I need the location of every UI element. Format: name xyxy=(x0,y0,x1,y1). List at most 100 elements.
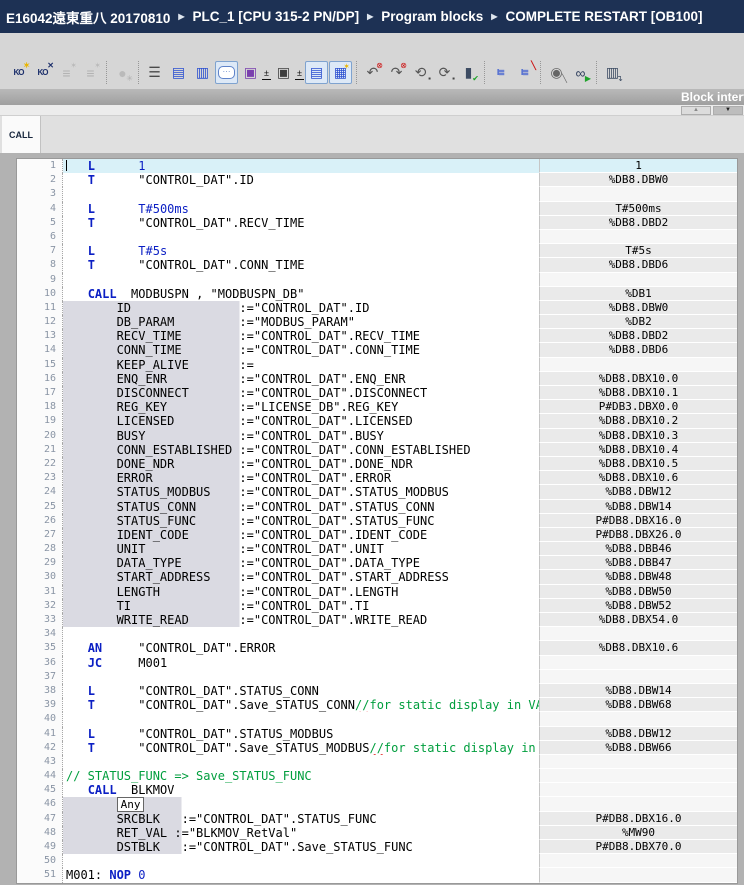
absolute-operands-toggle-icon[interactable]: ▤ xyxy=(305,61,328,84)
code-text[interactable]: ID :="CONTROL_DAT".ID xyxy=(63,301,539,315)
collapse-down-button[interactable]: ▼ xyxy=(713,106,743,115)
code-text[interactable]: DSTBLK :="CONTROL_DAT".Save_STATUS_FUNC xyxy=(63,840,539,854)
code-text[interactable]: RET_VAL :="BLKMOV_RetVal" xyxy=(63,826,539,840)
pane-splitter[interactable]: ▲ ▼ xyxy=(0,105,744,116)
insert-network-icon[interactable]: KO✶ xyxy=(7,61,30,84)
code-text[interactable]: JC M001 xyxy=(63,656,539,670)
block-interface-header[interactable]: Block interf xyxy=(0,89,744,105)
code-text[interactable]: L T#5s xyxy=(63,244,539,258)
code-text[interactable] xyxy=(63,670,539,684)
code-line: 23 ERROR :="CONTROL_DAT".ERROR%DB8.DBX10… xyxy=(17,471,737,485)
code-text[interactable]: T "CONTROL_DAT".Save_STATUS_MODBUS//for … xyxy=(63,741,539,755)
collapse-up-button[interactable]: ▲ xyxy=(681,106,711,115)
find-replace-icon[interactable]: ◉╲ xyxy=(545,61,568,84)
code-text[interactable]: DB_PARAM :="MODBUS_PARAM" xyxy=(63,315,539,329)
favorites-display-toggle-icon[interactable]: ▦✶ xyxy=(329,61,352,84)
network-overview-icon[interactable]: ☰ xyxy=(143,61,166,84)
breadcrumb-item[interactable]: COMPLETE RESTART [OB100] xyxy=(505,9,702,24)
code-line: 35 AN "CONTROL_DAT".ERROR%DB8.DBX10.6 xyxy=(17,641,737,655)
editor-area: 1 L 112 T "CONTROL_DAT".ID%DB8.DBW034 L … xyxy=(0,153,744,885)
code-text[interactable]: ERROR :="CONTROL_DAT".ERROR xyxy=(63,471,539,485)
code-text[interactable] xyxy=(63,230,539,244)
insert-favorite-icon[interactable]: ▣ xyxy=(239,61,262,84)
line-number: 10 xyxy=(17,287,63,301)
previous-error-icon[interactable]: ↶⊗ xyxy=(361,61,384,84)
any-type-field[interactable]: Any xyxy=(117,797,145,811)
code-text[interactable]: L T#500ms xyxy=(63,202,539,216)
breadcrumb-arrow-icon: ▶ xyxy=(491,12,497,21)
code-text[interactable]: LENGTH :="CONTROL_DAT".LENGTH xyxy=(63,585,539,599)
code-text[interactable]: ENQ_ENR :="CONTROL_DAT".ENQ_ENR xyxy=(63,372,539,386)
monitoring-toggle-icon[interactable]: ∞▶ xyxy=(569,61,592,84)
update-block-call-icon[interactable]: ⟲▪ xyxy=(409,61,432,84)
code-text[interactable]: DATA_TYPE :="CONTROL_DAT".DATA_TYPE xyxy=(63,556,539,570)
code-text[interactable] xyxy=(63,273,539,287)
code-text[interactable]: M001: NOP 0 xyxy=(63,868,539,882)
absolute-address: P#DB3.DBX0.0 xyxy=(539,400,737,414)
code-line: 31 LENGTH :="CONTROL_DAT".LENGTH%DB8.DBW… xyxy=(17,585,737,599)
absolute-address: %DB8.DBX10.6 xyxy=(539,471,737,485)
code-text[interactable]: CALL BLKMOV xyxy=(63,783,539,797)
code-text[interactable]: CALL MODBUSPN , "MODBUSPN_DB" xyxy=(63,287,539,301)
tab-call[interactable]: CALL xyxy=(2,116,41,153)
line-number: 26 xyxy=(17,514,63,528)
absolute-address: %DB8.DBD2 xyxy=(539,329,737,343)
insert-favorite-icon-dropdown[interactable]: ± xyxy=(262,66,271,80)
symbolic-addresses-icon[interactable]: I≣╲ xyxy=(513,61,536,84)
code-text[interactable]: TI :="CONTROL_DAT".TI xyxy=(63,599,539,613)
delete-network-icon[interactable]: KO✕ xyxy=(31,61,54,84)
close-all-networks-icon[interactable]: ▤ xyxy=(167,61,190,84)
code-text[interactable] xyxy=(63,627,539,641)
line-number: 8 xyxy=(17,258,63,272)
code-text[interactable]: T "CONTROL_DAT".RECV_TIME xyxy=(63,216,539,230)
code-text[interactable]: START_ADDRESS :="CONTROL_DAT".START_ADDR… xyxy=(63,570,539,584)
line-number: 7 xyxy=(17,244,63,258)
code-text[interactable] xyxy=(63,755,539,769)
line-number: 43 xyxy=(17,755,63,769)
line-number: 41 xyxy=(17,727,63,741)
code-text[interactable]: KEEP_ALIVE := xyxy=(63,358,539,372)
code-text[interactable]: DISCONNECT :="CONTROL_DAT".DISCONNECT xyxy=(63,386,539,400)
code-text[interactable]: AN "CONTROL_DAT".ERROR xyxy=(63,641,539,655)
code-text[interactable] xyxy=(63,712,539,726)
code-text[interactable] xyxy=(63,187,539,201)
absolute-addresses-icon[interactable]: I≣ xyxy=(489,61,512,84)
code-text[interactable]: T "CONTROL_DAT".Save_STATUS_CONN//for st… xyxy=(63,698,539,712)
code-text[interactable]: STATUS_CONN :="CONTROL_DAT".STATUS_CONN xyxy=(63,500,539,514)
edit-favorites-icon[interactable]: ▣ xyxy=(272,61,295,84)
code-text[interactable]: T "CONTROL_DAT".CONN_TIME xyxy=(63,258,539,272)
absolute-address: %DB8.DBX10.0 xyxy=(539,372,737,386)
synchronize-icon[interactable]: ⟳▪ xyxy=(433,61,456,84)
next-error-icon[interactable]: ↷⊗ xyxy=(385,61,408,84)
code-text[interactable]: T "CONTROL_DAT".ID xyxy=(63,173,539,187)
code-text[interactable] xyxy=(63,854,539,868)
code-text[interactable]: DONE_NDR :="CONTROL_DAT".DONE_NDR xyxy=(63,457,539,471)
toggle-comments-icon[interactable]: ··· xyxy=(215,61,238,84)
code-text[interactable]: L 1 xyxy=(63,159,539,173)
breadcrumb-item[interactable]: Program blocks xyxy=(381,9,483,24)
code-text[interactable]: RECV_TIME :="CONTROL_DAT".RECV_TIME xyxy=(63,329,539,343)
code-text[interactable]: // STATUS_FUNC => Save_STATUS_FUNC xyxy=(63,769,539,783)
block-interface-icon[interactable]: ▥↴ xyxy=(601,61,624,84)
code-text[interactable]: WRITE_READ :="CONTROL_DAT".WRITE_READ xyxy=(63,613,539,627)
code-text[interactable]: IDENT_CODE :="CONTROL_DAT".IDENT_CODE xyxy=(63,528,539,542)
code-text[interactable]: CONN_ESTABLISHED :="CONTROL_DAT".CONN_ES… xyxy=(63,443,539,457)
breadcrumb-item[interactable]: E16042遠東重八 20170810 xyxy=(6,7,170,27)
code-text[interactable]: SRCBLK :="CONTROL_DAT".STATUS_FUNC xyxy=(63,812,539,826)
code-text[interactable]: Any xyxy=(63,797,539,811)
code-text[interactable]: BUSY :="CONTROL_DAT".BUSY xyxy=(63,429,539,443)
code-text[interactable]: CONN_TIME :="CONTROL_DAT".CONN_TIME xyxy=(63,343,539,357)
breadcrumb-item[interactable]: PLC_1 [CPU 315-2 PN/DP] xyxy=(193,9,360,24)
code-text[interactable]: LICENSED :="CONTROL_DAT".LICENSED xyxy=(63,414,539,428)
code-text[interactable]: REG_KEY :="LICENSE_DB".REG_KEY xyxy=(63,400,539,414)
code-text[interactable]: UNIT :="CONTROL_DAT".UNIT xyxy=(63,542,539,556)
consistency-check-icon[interactable]: ▮✔ xyxy=(457,61,480,84)
edit-favorites-icon-dropdown[interactable]: ± xyxy=(295,66,304,80)
line-number: 50 xyxy=(17,854,63,868)
code-text[interactable]: L "CONTROL_DAT".STATUS_MODBUS xyxy=(63,727,539,741)
open-all-networks-icon[interactable]: ▥ xyxy=(191,61,214,84)
code-text[interactable]: STATUS_FUNC :="CONTROL_DAT".STATUS_FUNC xyxy=(63,514,539,528)
code-text[interactable]: L "CONTROL_DAT".STATUS_CONN xyxy=(63,684,539,698)
line-number: 45 xyxy=(17,783,63,797)
code-text[interactable]: STATUS_MODBUS :="CONTROL_DAT".STATUS_MOD… xyxy=(63,485,539,499)
